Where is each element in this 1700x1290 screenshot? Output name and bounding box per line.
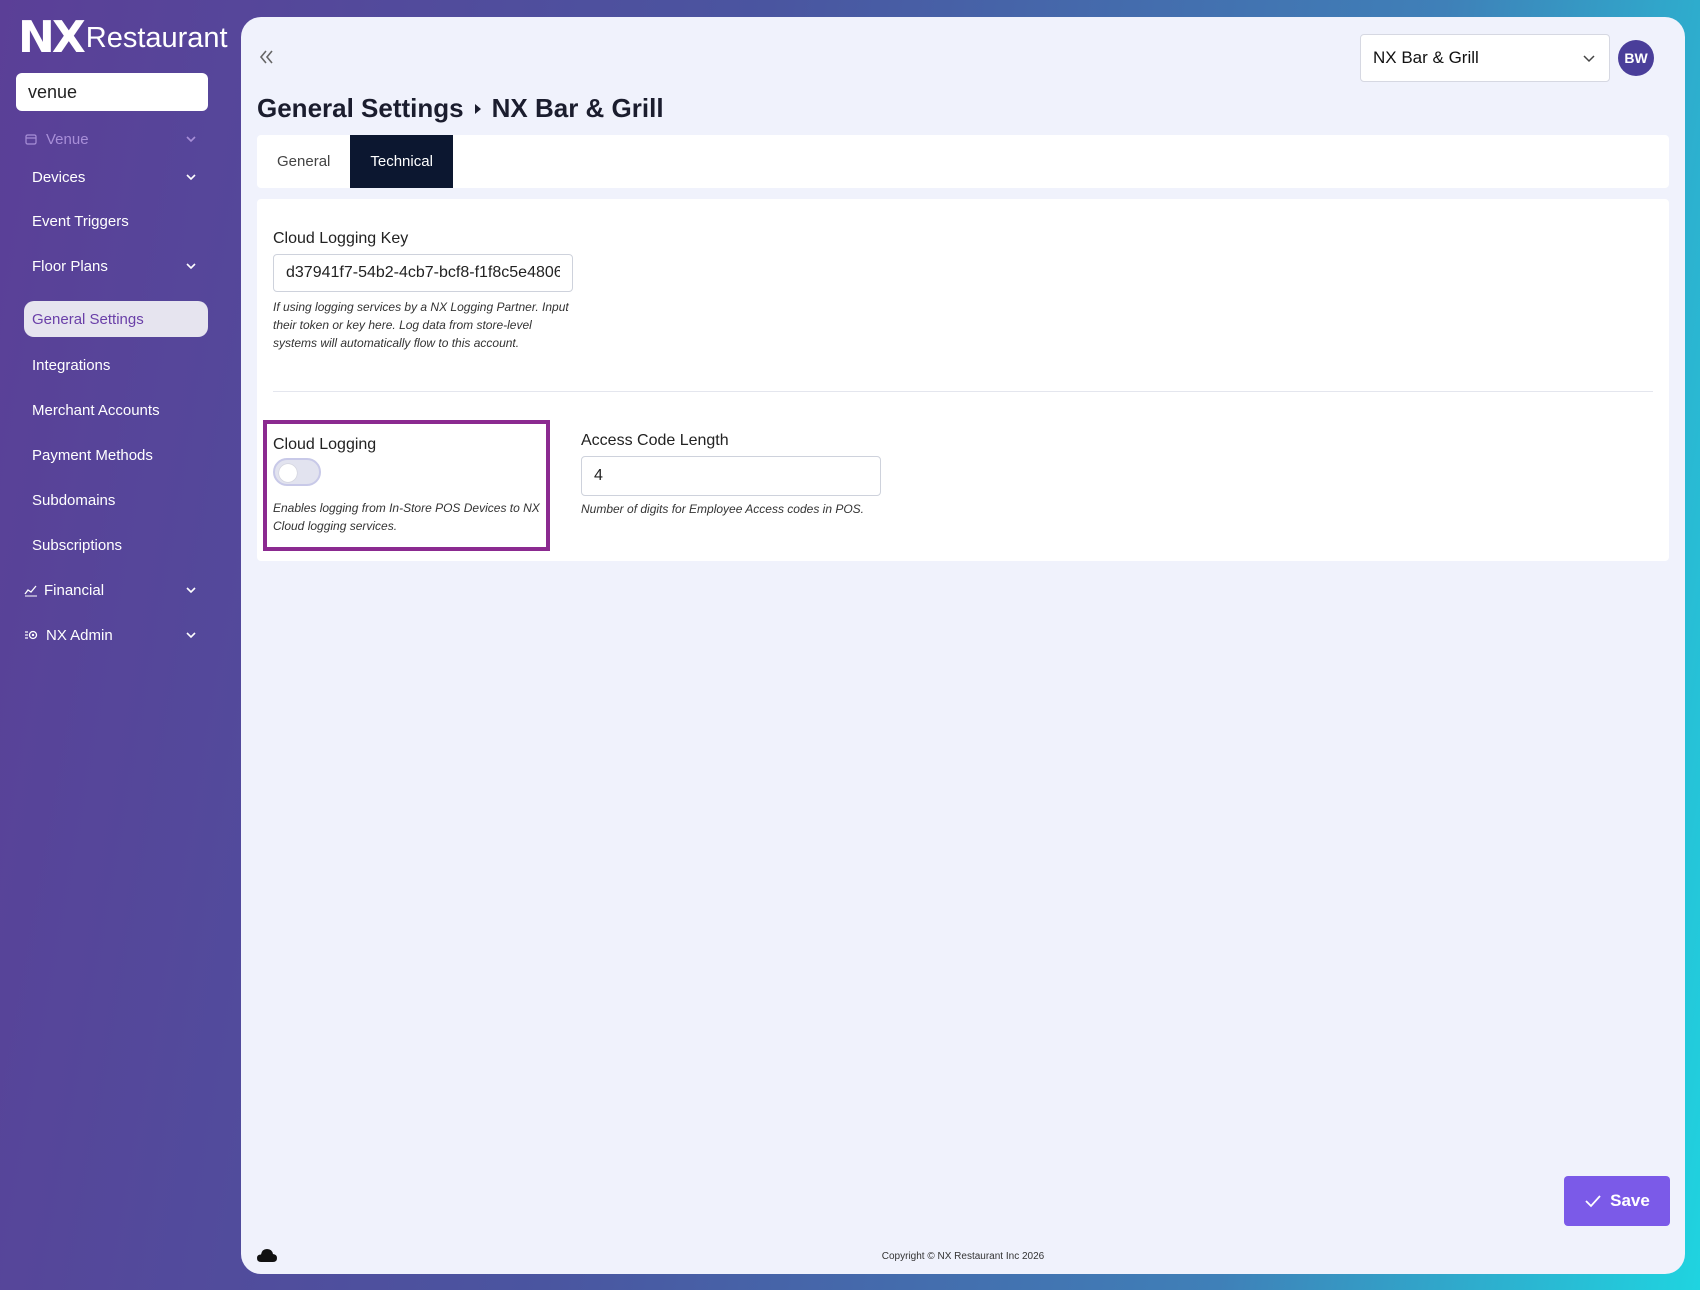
chevron-down-icon: [186, 632, 196, 639]
sidebar-item-label: General Settings: [32, 310, 144, 328]
cloud-logging-label: Cloud Logging: [273, 436, 377, 453]
store-icon: [25, 134, 37, 145]
save-button-label: Save: [1610, 1191, 1650, 1210]
cloud-logging-help: Enables logging from In-Store POS Device…: [273, 501, 540, 533]
sidebar-item-label: Payment Methods: [32, 446, 153, 464]
breadcrumb-separator-icon: [474, 103, 481, 114]
sidebar-item-label: Subscriptions: [32, 536, 123, 554]
main-panel: NX Bar & Grill BW General Settings NX Ba…: [241, 17, 1685, 1274]
page-title: General Settings NX Bar & Grill: [257, 93, 664, 124]
tab-general[interactable]: General: [257, 135, 350, 188]
sidebar-item-integrations[interactable]: Integrations: [24, 347, 208, 383]
logo-mark: NX: [18, 12, 86, 63]
access-code-length-label: Access Code Length: [581, 432, 729, 449]
access-code-length-input[interactable]: [581, 456, 881, 496]
sidebar-item-event-triggers[interactable]: Event Triggers: [24, 203, 208, 239]
brand-logo[interactable]: NX Restaurant: [18, 16, 228, 60]
sidebar-item-merchant-accounts[interactable]: Merchant Accounts: [24, 392, 208, 428]
sidebar-item-devices[interactable]: Devices: [24, 159, 208, 195]
sidebar: NX Restaurant Venue Devices Event Trigge…: [0, 0, 240, 1290]
cloud-logging-key-input[interactable]: [273, 254, 573, 292]
chevron-up-icon: [186, 136, 196, 143]
cloud-logging-key-label: Cloud Logging Key: [273, 230, 409, 247]
chart-icon: [24, 585, 37, 597]
settings-tabs: General Technical: [257, 135, 1669, 188]
sidebar-search-input[interactable]: [16, 73, 208, 111]
chevron-down-icon: [186, 263, 196, 270]
technical-settings-card: Cloud Logging Key If using logging servi…: [257, 199, 1669, 561]
sidebar-item-financial[interactable]: Financial: [24, 572, 208, 608]
sidebar-item-subdomains[interactable]: Subdomains: [24, 482, 208, 518]
breadcrumb-venue: NX Bar & Grill: [491, 93, 664, 123]
sidebar-item-floor-plans[interactable]: Floor Plans: [24, 248, 208, 284]
sidebar-item-label: Subdomains: [32, 491, 116, 509]
section-divider: [273, 391, 1653, 392]
check-icon: [1585, 1195, 1601, 1208]
sidebar-group-venue[interactable]: Venue: [24, 121, 208, 157]
cloud-logging-key-help: If using logging services by a NX Loggin…: [273, 300, 569, 350]
sidebar-item-label: Devices: [32, 168, 86, 186]
sidebar-item-general-settings[interactable]: General Settings: [24, 301, 208, 337]
logo-text: Restaurant: [85, 22, 228, 54]
user-avatar[interactable]: BW: [1618, 40, 1654, 76]
admin-gear-icon: [25, 630, 38, 640]
sidebar-item-label: Merchant Accounts: [32, 401, 160, 419]
save-button[interactable]: Save: [1564, 1176, 1670, 1226]
sidebar-item-subscriptions[interactable]: Subscriptions: [24, 527, 208, 563]
chevron-down-icon: [186, 587, 196, 594]
toggle-knob: [279, 464, 297, 482]
sidebar-item-label: Event Triggers: [32, 212, 129, 230]
sidebar-item-label: Financial: [44, 581, 105, 599]
collapse-sidebar-icon[interactable]: [257, 47, 277, 67]
chevron-down-icon: [186, 174, 196, 181]
sidebar-item-label: NX Admin: [46, 626, 113, 644]
tab-technical[interactable]: Technical: [350, 135, 453, 188]
copyright-text: Copyright © NX Restaurant Inc 2026: [881, 1251, 1045, 1262]
breadcrumb-section: General Settings: [257, 93, 464, 123]
sidebar-item-payment-methods[interactable]: Payment Methods: [24, 437, 208, 473]
sidebar-item-label: Floor Plans: [32, 257, 108, 275]
access-code-length-help: Number of digits for Employee Access cod…: [581, 502, 865, 516]
venue-select-value: NX Bar & Grill: [1373, 48, 1479, 67]
venue-select[interactable]: NX Bar & Grill: [1360, 34, 1610, 82]
chevron-down-icon: [1583, 55, 1595, 63]
cloud-logging-toggle[interactable]: [273, 458, 321, 486]
sidebar-item-label: Integrations: [32, 356, 111, 374]
sidebar-item-nx-admin[interactable]: NX Admin: [24, 617, 208, 653]
sidebar-group-label: Venue: [46, 130, 89, 148]
